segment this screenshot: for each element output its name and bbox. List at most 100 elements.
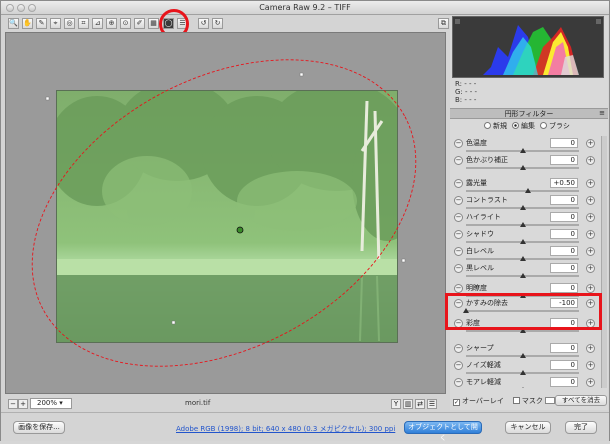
slider-thumb[interactable] [519, 165, 526, 170]
spot-removal-icon[interactable]: ⊕ [106, 18, 117, 29]
straighten-icon[interactable]: ⊿ [92, 18, 103, 29]
toolbar: 🔍 ✋ ✎ ⌖ ◎ ⌗ ⊿ ⊕ ⊙ ✐ ▦ ◯ ☰ ↺ ↻ [4, 16, 449, 31]
zoom-in-button[interactable]: + [18, 399, 28, 409]
decrease-icon[interactable]: − [454, 247, 463, 256]
decrease-icon[interactable]: − [454, 284, 463, 293]
done-button[interactable]: 完了 [565, 421, 597, 434]
slider-thumb[interactable] [519, 387, 526, 388]
adjustment-sliders: − 色温度 0 + − 色かぶり補正 0 + − 露光量 +0.50 + − コントラスト 0 + − ハイライト… [450, 136, 608, 388]
slider-value-field[interactable]: 0 [550, 343, 578, 353]
increase-icon[interactable]: + [586, 139, 595, 148]
slider-value-field[interactable]: 0 [550, 229, 578, 239]
increase-icon[interactable]: + [586, 344, 595, 353]
mode-radio-0[interactable]: 新規 [484, 122, 507, 130]
panel-menu-icon[interactable]: ≡ [599, 109, 605, 117]
slider-value-field[interactable]: 0 [550, 195, 578, 205]
decrease-icon[interactable]: − [454, 344, 463, 353]
slider-label: 明瞭度 [466, 284, 487, 292]
slider-label: シャドウ [466, 230, 494, 238]
view-split-icon[interactable]: ▥ [403, 399, 413, 409]
increase-icon[interactable]: + [586, 213, 595, 222]
mode-label: ブラシ [549, 122, 570, 130]
slider-label: 露光量 [466, 179, 487, 187]
zoom-icon[interactable]: 🔍 [8, 18, 19, 29]
mode-radio-1[interactable]: 編集 [512, 122, 535, 130]
slider-value-field[interactable]: +0.50 [550, 178, 578, 188]
image-preview[interactable] [5, 32, 446, 394]
slider-label: 黒レベル [466, 264, 494, 272]
view-swap-icon[interactable]: ⇄ [415, 399, 425, 409]
crop-icon[interactable]: ⌗ [78, 18, 89, 29]
increase-icon[interactable]: + [586, 361, 595, 370]
color-sampler-icon[interactable]: ⌖ [50, 18, 61, 29]
save-image-button[interactable]: 画像を保存... [13, 421, 65, 434]
decrease-icon[interactable]: − [454, 196, 463, 205]
decrease-icon[interactable]: − [454, 378, 463, 387]
view-settings-icon[interactable]: ☰ [427, 399, 437, 409]
increase-icon[interactable]: + [586, 230, 595, 239]
slider-value-field[interactable]: 0 [550, 377, 578, 387]
decrease-icon[interactable]: − [454, 179, 463, 188]
target-adjust-icon[interactable]: ◎ [64, 18, 75, 29]
increase-icon[interactable]: + [586, 196, 595, 205]
slider-value-field[interactable]: 0 [550, 263, 578, 273]
highlight-clip-icon[interactable] [596, 19, 601, 24]
zoom-out-button[interactable]: − [8, 399, 18, 409]
adjustment-brush-icon[interactable]: ✐ [134, 18, 145, 29]
workflow-options-link[interactable]: Adobe RGB (1998); 8 bit; 640 x 480 (0.3 … [176, 424, 395, 434]
shadow-clip-icon[interactable] [455, 19, 460, 24]
slider-value-field[interactable]: 0 [550, 360, 578, 370]
increase-icon[interactable]: + [586, 378, 595, 387]
slider-value-field[interactable]: 0 [550, 283, 578, 293]
clear-all-button[interactable]: すべてを消去 [555, 395, 607, 406]
slider-row: − 色かぶり補正 0 + [450, 153, 608, 173]
overlay-check-icon: ✓ [453, 399, 460, 406]
hand-icon[interactable]: ✋ [22, 18, 33, 29]
overlay-label: オーバーレイ [462, 397, 504, 405]
increase-icon[interactable]: + [586, 264, 595, 273]
overlay-checkbox[interactable]: ✓ オーバーレイ [453, 397, 504, 406]
decrease-icon[interactable]: − [454, 264, 463, 273]
mode-radio-2[interactable]: ブラシ [540, 122, 570, 130]
slider-value-field[interactable]: 0 [550, 155, 578, 165]
slider-value-field[interactable]: 0 [550, 138, 578, 148]
mask-check-icon [512, 397, 520, 404]
increase-icon[interactable]: + [586, 247, 595, 256]
slider-row: − 黒レベル 0 + [450, 261, 608, 281]
slider-value-field[interactable]: 0 [550, 212, 578, 222]
rotate-right-icon[interactable]: ↻ [212, 18, 223, 29]
increase-icon[interactable]: + [586, 284, 595, 293]
view-y-icon[interactable]: Y [391, 399, 401, 409]
mask-checkbox[interactable]: マスク [512, 397, 543, 405]
mask-color-swatch[interactable] [545, 397, 556, 404]
panel-title-text: 円形フィルター [504, 110, 554, 118]
decrease-icon[interactable]: − [454, 156, 463, 165]
slider-thumb[interactable] [519, 273, 526, 278]
increase-icon[interactable]: + [586, 179, 595, 188]
decrease-icon[interactable]: − [454, 361, 463, 370]
graduated-filter-icon[interactable]: ▦ [148, 18, 159, 29]
panel-title: 円形フィルター [450, 108, 608, 119]
preview-toggle-icon[interactable]: ⧉ [438, 18, 449, 29]
mask-label: マスク [521, 397, 543, 405]
radio-icon [512, 122, 519, 129]
red-eye-icon[interactable]: ⊙ [120, 18, 131, 29]
slider-track[interactable] [466, 190, 579, 192]
decrease-icon[interactable]: − [454, 139, 463, 148]
filter-mode-group: 新規 編集 ブラシ [484, 121, 575, 131]
white-balance-icon[interactable]: ✎ [36, 18, 47, 29]
decrease-icon[interactable]: − [454, 230, 463, 239]
slider-value-field[interactable]: 0 [550, 246, 578, 256]
panel-scrollbar[interactable] [601, 136, 607, 388]
slider-label: モアレ軽減 [466, 378, 501, 386]
decrease-icon[interactable]: − [454, 213, 463, 222]
cancel-button[interactable]: キャンセル [505, 421, 551, 434]
radial-filter-ellipse[interactable] [6, 33, 446, 394]
slider-label: シャープ [466, 344, 494, 352]
zoom-level-select[interactable]: 200% ▾ [30, 398, 72, 409]
open-object-button[interactable]: オブジェクトとして開く [404, 421, 482, 442]
slider-row: − モアレ軽減 0 + [450, 375, 608, 388]
increase-icon[interactable]: + [586, 156, 595, 165]
rotate-left-icon[interactable]: ↺ [198, 18, 209, 29]
file-name: mori.tif [185, 399, 211, 407]
